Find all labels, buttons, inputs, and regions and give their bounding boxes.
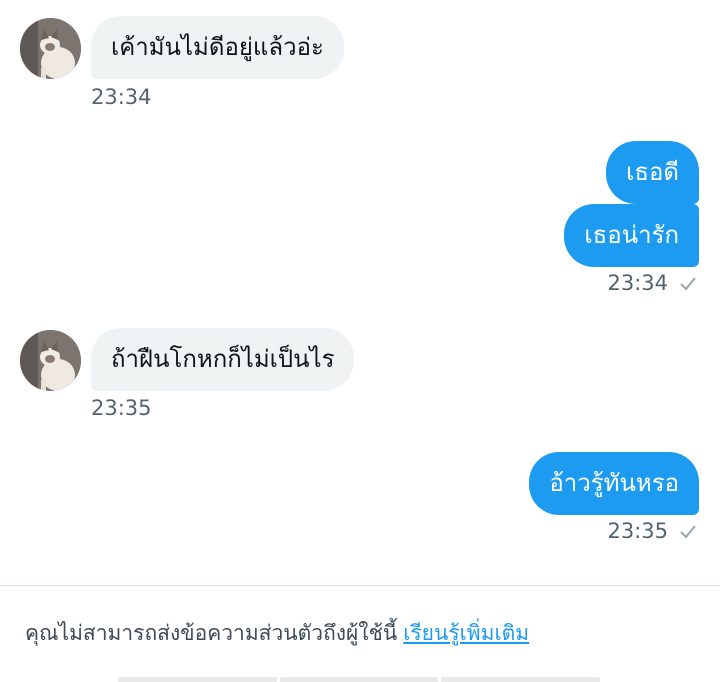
learn-more-link[interactable]: เรียนรู้เพิ่มเติม <box>403 621 529 645</box>
message-text: อ้าวรู้ทันหรอ <box>549 469 679 497</box>
message-timestamp: 23:35 <box>91 396 152 420</box>
message-text: เธอน่ารัก <box>584 221 679 249</box>
message-bubble-incoming[interactable]: ถ้าฝืนโกหกก็ไม่เป็นไร <box>91 328 355 391</box>
notice-text: คุณไม่สามารถส่งข้อความส่วนตัวถึงผู้ใช้นี… <box>25 621 398 645</box>
dm-restricted-notice: คุณไม่สามารถส่งข้อความส่วนตัวถึงผู้ใช้นี… <box>25 617 529 650</box>
cat-avatar-icon <box>20 18 81 79</box>
message-bubble-incoming[interactable]: เค้ามันไม่ดีอยู่แล้วอ่ะ <box>91 16 344 79</box>
cat-avatar-icon <box>20 330 81 391</box>
tab-segment <box>279 677 439 682</box>
message-timestamp: 23:34 <box>607 271 668 295</box>
avatar[interactable] <box>20 330 81 391</box>
message-text: เธอดี <box>626 158 679 186</box>
message-timestamp: 23:35 <box>607 519 668 543</box>
tab-segment <box>118 677 277 682</box>
message-meta: 23:35 <box>607 519 697 543</box>
message-bubble-outgoing[interactable]: เธอน่ารัก <box>564 204 699 267</box>
message-bubble-outgoing[interactable]: เธอดี <box>606 141 699 204</box>
message-timestamp: 23:34 <box>91 85 152 109</box>
conversation-thread: เค้ามันไม่ดีอยู่แล้วอ่ะ 23:34 เธอดี เธอน… <box>0 0 720 585</box>
check-icon <box>680 525 696 539</box>
footer-divider <box>0 585 720 586</box>
message-meta: 23:34 <box>607 271 697 295</box>
bottom-tab-strip <box>118 677 601 682</box>
message-text: เค้ามันไม่ดีอยู่แล้วอ่ะ <box>111 33 324 61</box>
check-icon <box>680 277 696 291</box>
avatar[interactable] <box>20 18 81 79</box>
message-bubble-outgoing[interactable]: อ้าวรู้ทันหรอ <box>529 452 699 515</box>
tab-segment <box>441 677 601 682</box>
message-text: ถ้าฝืนโกหกก็ไม่เป็นไร <box>111 345 335 373</box>
